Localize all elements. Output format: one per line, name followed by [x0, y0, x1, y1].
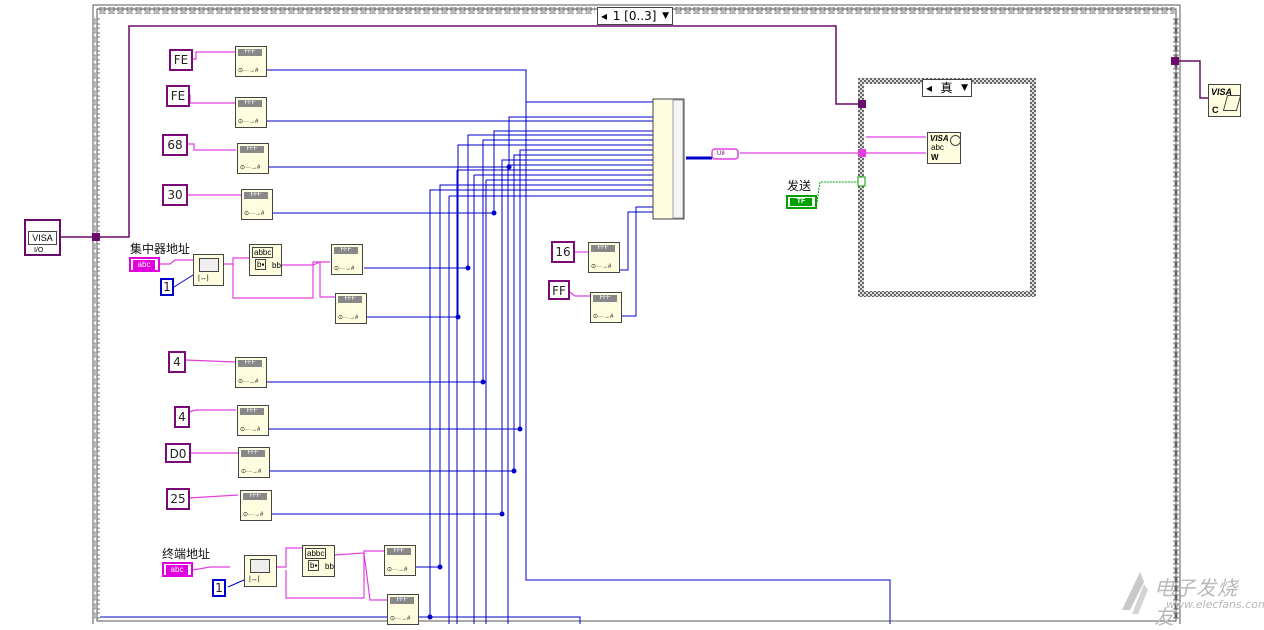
fmt-bottom: ⊙···→#	[238, 119, 259, 125]
concentrator-address-label: 集中器地址	[130, 242, 191, 256]
fmt-top: FFF	[238, 100, 262, 107]
concentrator-address-control[interactable]: abc	[129, 257, 160, 272]
fmt-top: FFF	[241, 450, 265, 457]
string-constant-16[interactable]: 16	[551, 241, 575, 263]
string-constant-4-1[interactable]: 4	[168, 351, 186, 373]
fmt-top: FFF	[244, 192, 268, 199]
fmt-bottom: ⊙···→#	[387, 567, 408, 573]
send-label: 发送	[787, 179, 812, 193]
fmt-bottom: ⊙···→#	[334, 266, 355, 272]
case-label: 真	[940, 81, 953, 95]
sequence-frame-label: 1 [0..3]	[612, 9, 657, 23]
match-pattern-node-top[interactable]: |↔|	[193, 254, 224, 286]
tf-label: TF	[790, 198, 812, 206]
numeric-constant-1-top[interactable]: 1	[160, 278, 174, 296]
visa-write-node[interactable]: VISA abc W	[927, 132, 961, 164]
clock-icon	[950, 135, 961, 146]
visa-resource-control[interactable]: VISA I/O	[24, 219, 61, 256]
fmt-bottom: ⊙···→#	[244, 211, 265, 217]
fmt-bottom: ⊙···→#	[241, 469, 262, 475]
fmt-top: FFF	[243, 493, 267, 500]
fmt-top: FFF	[390, 597, 414, 604]
visa-write-label: VISA	[930, 134, 949, 143]
fmt-top: FFF	[334, 247, 358, 254]
string-subset-node-top[interactable]: abbc b▪ bb	[249, 244, 282, 276]
format-into-string-node[interactable]: FFF ⊙···→#	[235, 97, 267, 128]
format-into-string-node[interactable]: FFF ⊙···→#	[238, 447, 270, 478]
fmt-top: FFF	[387, 548, 411, 555]
format-into-string-node[interactable]: FFF ⊙···→#	[387, 594, 419, 625]
fmt-top: FFF	[238, 360, 262, 367]
string-constant-25[interactable]: 25	[166, 488, 190, 510]
format-into-string-node[interactable]: FFF ⊙···→#	[384, 545, 416, 576]
visa-io-label: I/O	[34, 247, 44, 254]
abc-label: abc	[133, 260, 155, 270]
fmt-bottom: ⊙···→#	[240, 165, 261, 171]
string-subset-node-bottom[interactable]: abbc b▪ bb	[302, 545, 335, 577]
visa-write-abc: abc	[931, 143, 944, 152]
sequence-frame-selector[interactable]: ◂ 1 [0..3] ▼	[597, 7, 673, 25]
chevron-down-icon[interactable]: ▼	[961, 79, 968, 97]
format-into-string-node[interactable]: FFF ⊙···→#	[235, 46, 267, 77]
format-into-string-node[interactable]: FFF ⊙···→#	[237, 143, 269, 174]
format-into-string-node[interactable]: FFF ⊙···→#	[237, 405, 269, 436]
fmt-bottom: ⊙···→#	[238, 379, 259, 385]
visa-close-node[interactable]: VISA C	[1208, 84, 1242, 117]
fmt-top: FFF	[240, 408, 264, 415]
format-into-string-node[interactable]: FFF ⊙···→#	[331, 244, 363, 275]
u8-label: U8	[717, 151, 725, 157]
terminal-address-label: 终端地址	[162, 547, 211, 561]
string-constant-fe-1[interactable]: FE	[169, 49, 193, 71]
watermark-logo-icon	[1122, 572, 1148, 614]
fmt-top: FFF	[240, 146, 264, 153]
case-selector[interactable]: ◂ 真 ▼	[922, 79, 972, 97]
format-into-string-node[interactable]: FFF ⊙···→#	[241, 189, 273, 220]
abc-label: abc	[166, 565, 188, 575]
string-constant-fe-2[interactable]: FE	[166, 85, 190, 107]
visa-write-w: W	[931, 153, 939, 162]
string-constant-4-2[interactable]: 4	[174, 406, 190, 428]
fmt-top: FFF	[593, 295, 617, 302]
send-boolean-control[interactable]: TF	[786, 195, 817, 209]
fmt-top: FFF	[238, 49, 262, 56]
visa-label: VISA	[28, 231, 57, 245]
string-constant-ff[interactable]: FF	[548, 280, 570, 300]
fmt-top: FFF	[591, 245, 615, 252]
string-constant-68[interactable]: 68	[162, 134, 188, 156]
format-into-string-node[interactable]: FFF ⊙···→#	[335, 293, 367, 324]
close-icon	[1222, 95, 1242, 111]
string-constant-30[interactable]: 30	[162, 184, 188, 206]
string-constant-d0[interactable]: D0	[165, 443, 191, 463]
format-into-string-node[interactable]: FFF ⊙···→#	[240, 490, 272, 521]
fmt-bottom: ⊙···→#	[243, 512, 264, 518]
sequence-left-arrow[interactable]: ◂	[601, 7, 607, 25]
numeric-constant-1-bottom[interactable]: 1	[212, 579, 226, 597]
match-pattern-node-bottom[interactable]: |↔|	[244, 555, 277, 587]
fmt-bottom: ⊙···→#	[591, 264, 612, 270]
fmt-bottom: ⊙···→#	[240, 427, 261, 433]
fmt-bottom: ⊙···→#	[238, 68, 259, 74]
watermark-en: www.elecfans.com	[1166, 598, 1264, 611]
format-into-string-node[interactable]: FFF ⊙···→#	[588, 242, 620, 273]
fmt-bottom: ⊙···→#	[390, 616, 411, 622]
format-into-string-node[interactable]: FFF ⊙···→#	[590, 292, 622, 323]
watermark: 电子发烧友 www.elecfans.com	[1118, 568, 1264, 629]
build-array-node[interactable]	[652, 98, 685, 220]
terminal-address-control[interactable]: abc	[162, 562, 193, 577]
case-left-arrow[interactable]: ◂	[926, 79, 932, 97]
fmt-top: FFF	[338, 296, 362, 303]
fmt-bottom: ⊙···→#	[593, 314, 614, 320]
format-into-string-node[interactable]: FFF ⊙···→#	[235, 357, 267, 388]
u8-conversion-node[interactable]	[711, 148, 739, 160]
visa-close-c: C	[1212, 105, 1219, 115]
fmt-bottom: ⊙···→#	[338, 315, 359, 321]
chevron-down-icon[interactable]: ▼	[662, 7, 669, 25]
